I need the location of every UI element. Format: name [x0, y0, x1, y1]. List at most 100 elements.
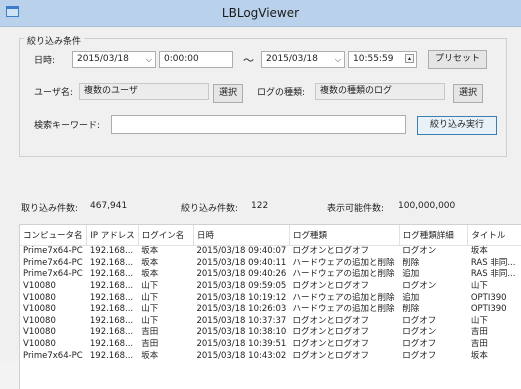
user-field: 複数のユーザ [79, 83, 209, 100]
table-cell: 削除 [402, 304, 420, 315]
table-cell: ログオフ [402, 350, 437, 361]
column-header[interactable]: タイトル [467, 225, 521, 246]
max-count-value: 100,000,000 [398, 201, 456, 211]
table-cell: 吉田 [141, 327, 159, 338]
column-header[interactable]: IP アドレス [86, 225, 139, 246]
date-to-value: 2015/03/18 [266, 54, 318, 64]
table-cell: 山下 [141, 292, 159, 303]
date-from-picker[interactable]: 2015/03/18 ⌵ [72, 51, 156, 68]
table-cell: ログオンとログオフ [292, 246, 369, 257]
table-cell: RAS 非同... [470, 269, 516, 280]
preset-button[interactable]: プリセット [428, 50, 487, 69]
table-cell: 坂本 [141, 257, 159, 268]
table-cell: V10080 [23, 339, 56, 350]
table-cell: ログオン [402, 327, 437, 338]
table-row[interactable]: Prime7x64-PC 192.168... 坂本 2015/03/18 09:40… [20, 258, 521, 270]
table-row[interactable]: Prime7x64-PC 192.168... 坂本 2015/03/18 09:40… [20, 269, 521, 281]
max-count-label: 表示可能件数: [327, 204, 385, 214]
table-cell: ログオンとログオフ [292, 281, 369, 292]
table-cell: 192.168... [89, 350, 134, 361]
loaded-count-label: 取り込み件数: [21, 204, 79, 214]
table-cell: 2015/03/18 09:40:07 [196, 246, 287, 257]
table-cell: ログオンとログオフ [292, 339, 369, 350]
user-select-button[interactable]: 選択 [213, 84, 243, 103]
table-cell: ハードウェアの追加と削除 [292, 304, 395, 315]
table-cell: 2015/03/18 10:39:51 [196, 339, 287, 350]
date-label: 日時: [34, 56, 56, 66]
table-cell: ハードウェアの追加と削除 [292, 257, 395, 268]
table-cell: ハードウェアの追加と削除 [292, 292, 395, 303]
table-cell: 2015/03/18 09:40:26 [196, 269, 287, 280]
table-cell: Prime7x64-PC [23, 350, 83, 361]
filtered-count-label: 絞り込み件数: [181, 204, 239, 214]
time-from-field[interactable]: 0:00:00 [159, 51, 233, 68]
date-to-picker[interactable]: 2015/03/18 ⌵ [261, 51, 345, 68]
table-row[interactable]: V10080 192.168... 山下 2015/03/18 10:26:03 ハード… [20, 304, 521, 316]
table-cell: 2015/03/18 10:19:12 [196, 292, 287, 303]
keyword-label: 検索キーワード: [34, 121, 101, 131]
table-cell: ログオン [402, 281, 437, 292]
table-cell: V10080 [23, 315, 56, 326]
log-table: コンピュータ名 IP アドレス ログイン名 日時 ログ種類 ログ種類詳細 タイト… [20, 225, 521, 362]
table-cell: 山下 [470, 281, 488, 292]
table-cell: Prime7x64-PC [23, 246, 83, 257]
window-title: LBLogViewer [221, 6, 300, 20]
table-cell: 坂本 [141, 269, 159, 280]
chevron-down-icon[interactable]: ⌵ [146, 52, 152, 67]
table-cell: 坂本 [470, 350, 488, 361]
column-header[interactable]: ログイン名 [138, 225, 194, 246]
table-cell: V10080 [23, 327, 56, 338]
column-header[interactable]: ログ種類詳細 [399, 225, 469, 246]
table-cell: 2015/03/18 10:37:37 [196, 315, 287, 326]
table-cell: 2015/03/18 09:59:05 [196, 281, 287, 292]
table-cell: 192.168... [89, 292, 134, 303]
table-cell: 192.168... [89, 269, 134, 280]
table-cell: ログオン [402, 246, 437, 257]
time-to-field[interactable]: 10:55:59 ▴ [348, 51, 417, 68]
table-cell: 坂本 [141, 246, 159, 257]
range-separator: 〜 [243, 54, 254, 67]
table-cell: 山下 [470, 315, 488, 326]
table-cell: 2015/03/18 10:38:10 [196, 327, 287, 338]
table-row[interactable]: V10080 192.168... 山下 2015/03/18 10:19:12 ハード… [20, 292, 521, 304]
table-cell: ハードウェアの追加と削除 [292, 269, 395, 280]
column-header[interactable]: ログ種類 [289, 225, 400, 246]
log-table-body: Prime7x64-PC 192.168... 坂本 2015/03/18 09:40… [20, 246, 521, 362]
table-row[interactable]: V10080 192.168... 山下 2015/03/18 10:37:37 ログオ… [20, 316, 521, 328]
table-cell: V10080 [23, 304, 56, 315]
column-header[interactable]: 日時 [193, 225, 290, 246]
filter-legend: 絞り込み条件 [24, 34, 85, 47]
chevron-down-icon[interactable]: ⌵ [335, 52, 341, 67]
log-grid[interactable]: コンピュータ名 IP アドレス ログイン名 日時 ログ種類 ログ種類詳細 タイト… [19, 224, 521, 389]
table-cell: 192.168... [89, 327, 134, 338]
table-cell: V10080 [23, 292, 56, 303]
title-bar: LBLogViewer [0, 0, 521, 27]
table-cell: 追加 [402, 269, 420, 280]
keyword-input[interactable] [111, 115, 406, 134]
table-cell: 山下 [141, 304, 159, 315]
table-cell: 吉田 [141, 339, 159, 350]
table-row[interactable]: V10080 192.168... 山下 2015/03/18 09:59:05 ログオ… [20, 281, 521, 293]
table-cell: ログオフ [402, 339, 437, 350]
table-cell: ログオンとログオフ [292, 327, 369, 338]
table-cell: 吉田 [470, 327, 488, 338]
table-cell: 2015/03/18 09:40:11 [196, 257, 287, 268]
table-cell: 山下 [141, 281, 159, 292]
logtype-select-button[interactable]: 選択 [453, 84, 483, 103]
table-row[interactable]: V10080 192.168... 吉田 2015/03/18 10:38:10 ログオ… [20, 327, 521, 339]
column-header[interactable]: コンピュータ名 [20, 225, 88, 246]
table-cell: Prime7x64-PC [23, 257, 83, 268]
table-cell: 吉田 [470, 339, 488, 350]
table-cell: OPTI390 [470, 292, 507, 303]
table-cell: 坂本 [141, 350, 159, 361]
table-row[interactable]: Prime7x64-PC 192.168... 坂本 2015/03/18 10:43… [20, 350, 521, 362]
table-cell: ログオンとログオフ [292, 350, 369, 361]
table-cell: 192.168... [89, 339, 134, 350]
spin-icon[interactable]: ▴ [405, 54, 414, 63]
table-row[interactable]: V10080 192.168... 吉田 2015/03/18 10:39:51 ログオ… [20, 339, 521, 351]
table-row[interactable]: Prime7x64-PC 192.168... 坂本 2015/03/18 09:40… [20, 246, 521, 258]
table-cell: ログオフ [402, 315, 437, 326]
table-cell: 削除 [402, 257, 420, 268]
loaded-count-value: 467,941 [90, 201, 128, 211]
run-filter-button[interactable]: 絞り込み実行 [417, 116, 497, 135]
